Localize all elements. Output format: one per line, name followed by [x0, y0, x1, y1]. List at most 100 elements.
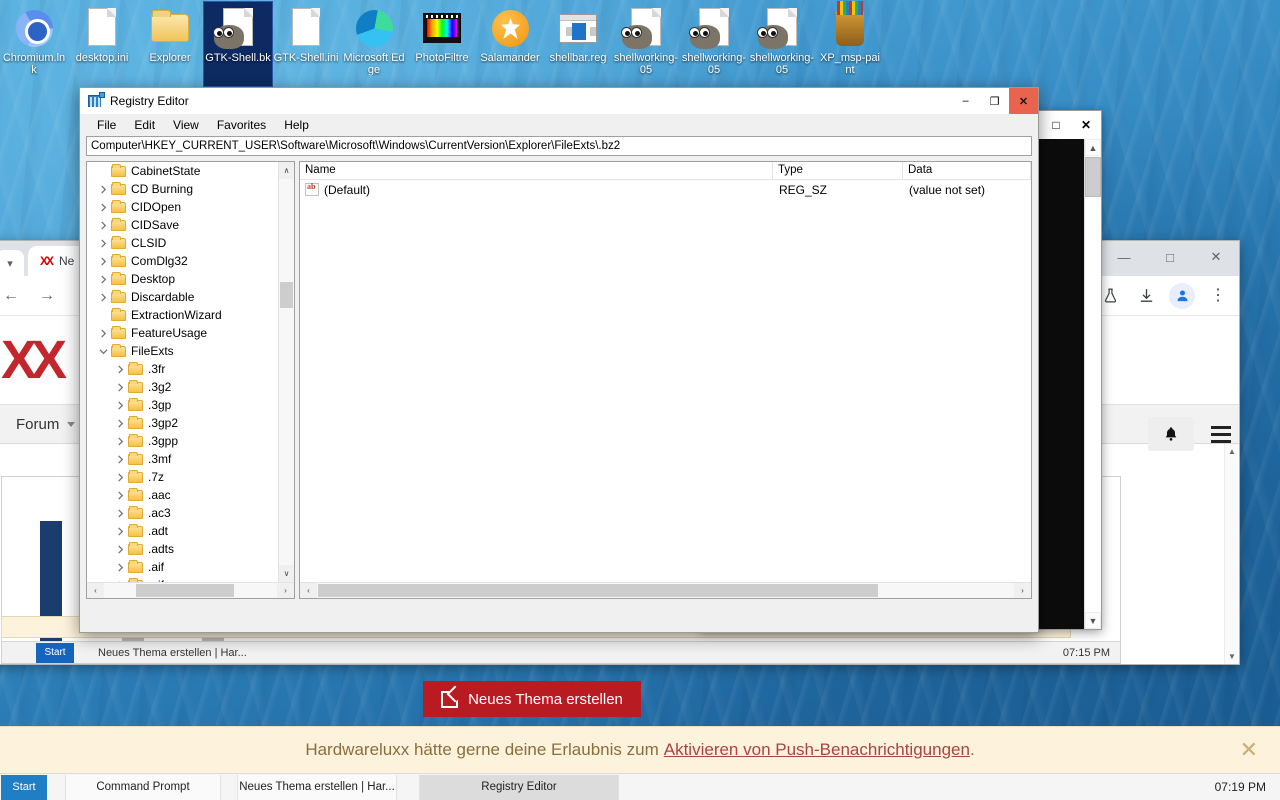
menu-item-edit[interactable]: Edit: [125, 115, 164, 135]
column-header-data[interactable]: Data: [903, 162, 1031, 179]
registry-value-row[interactable]: (Default) REG_SZ (value not set): [300, 180, 1031, 199]
chevron-right-icon[interactable]: [112, 454, 128, 464]
tree-item[interactable]: .7z: [87, 468, 278, 486]
chevron-right-icon[interactable]: [95, 274, 111, 284]
regedit-minimize-button[interactable]: –: [951, 88, 980, 114]
tree-item[interactable]: .3gpp: [87, 432, 278, 450]
tree-vertical-scrollbar[interactable]: ∧ ∨: [278, 162, 294, 582]
taskbar-clock[interactable]: 07:19 PM: [1215, 780, 1266, 794]
tree-item[interactable]: .3gp2: [87, 414, 278, 432]
registry-editor-window-controls[interactable]: – ❐ ✕: [951, 88, 1038, 114]
scroll-up-icon[interactable]: ∧: [279, 162, 294, 179]
tree-item[interactable]: Discardable: [87, 288, 278, 306]
regedit-maximize-button[interactable]: ❐: [980, 88, 1009, 114]
tree-item[interactable]: .3mf: [87, 450, 278, 468]
registry-tree-pane[interactable]: CabinetState CD Burning CIDOpen CIDSave CLSI…: [86, 161, 295, 599]
tree-item[interactable]: CLSID: [87, 234, 278, 252]
create-new-topic-button[interactable]: Neues Thema erstellen: [423, 681, 641, 717]
notifications-bell-icon[interactable]: [1147, 417, 1194, 451]
registry-values-header[interactable]: Name Type Data: [300, 162, 1031, 180]
tree-item[interactable]: .3fr: [87, 360, 278, 378]
scroll-right-icon[interactable]: ›: [277, 582, 294, 598]
browser-vertical-scrollbar[interactable]: ▲ ▼: [1224, 444, 1239, 664]
browser-maximize-button[interactable]: □: [1147, 241, 1193, 273]
tree-item[interactable]: .adt: [87, 522, 278, 540]
registry-editor-title-bar[interactable]: Registry Editor – ❐ ✕: [80, 88, 1038, 114]
scroll-down-icon[interactable]: ▼: [1225, 649, 1239, 664]
chevron-right-icon[interactable]: [112, 526, 128, 536]
registry-address-bar[interactable]: Computer\HKEY_CURRENT_USER\Software\Micr…: [86, 136, 1032, 156]
menu-item-help[interactable]: Help: [275, 115, 318, 135]
scroll-up-icon[interactable]: ▲: [1225, 444, 1239, 459]
browser-minimize-button[interactable]: —: [1101, 241, 1147, 273]
nav-item-forum[interactable]: Forum: [16, 416, 76, 433]
chevron-right-icon[interactable]: [112, 400, 128, 410]
menu-item-favorites[interactable]: Favorites: [208, 115, 275, 135]
column-header-type[interactable]: Type: [773, 162, 903, 179]
scroll-down-icon[interactable]: ▼: [1085, 612, 1101, 629]
forward-icon[interactable]: →: [32, 281, 62, 311]
tree-item[interactable]: ComDlg32: [87, 252, 278, 270]
registry-editor-menu-bar[interactable]: File Edit View Favorites Help: [80, 114, 1038, 136]
chevron-right-icon[interactable]: [112, 436, 128, 446]
back-icon[interactable]: ←: [0, 281, 26, 311]
command-prompt-scrollbar[interactable]: ▲ ▼: [1084, 139, 1101, 629]
more-menu-icon[interactable]: ⋮: [1205, 283, 1231, 309]
desktop-icon-shellworking-05-b[interactable]: shellworking-05: [680, 2, 748, 86]
chevron-right-icon[interactable]: [95, 220, 111, 230]
tree-item[interactable]: FeatureUsage: [87, 324, 278, 342]
scrollbar-thumb[interactable]: [1085, 157, 1101, 197]
profile-icon[interactable]: [1169, 282, 1195, 309]
scroll-left-icon[interactable]: ‹: [87, 582, 104, 598]
chevron-right-icon[interactable]: [95, 328, 111, 338]
tree-item[interactable]: .aac: [87, 486, 278, 504]
registry-editor-window[interactable]: Registry Editor – ❐ ✕ File Edit View Favori…: [79, 87, 1039, 633]
scrollbar-thumb[interactable]: [318, 584, 878, 597]
taskbar-button-registry-editor[interactable]: Registry Editor: [419, 774, 619, 800]
scroll-down-icon[interactable]: ∨: [279, 565, 294, 582]
desktop-icon-shellworking-05-a[interactable]: shellworking-05: [612, 2, 680, 86]
scroll-right-icon[interactable]: ›: [1014, 582, 1031, 598]
tree-item[interactable]: CD Burning: [87, 180, 278, 198]
tree-item[interactable]: Desktop: [87, 270, 278, 288]
taskbar-buttons[interactable]: Command Prompt Neues Thema erstellen | Ha…: [47, 774, 619, 800]
chevron-right-icon[interactable]: [95, 292, 111, 302]
desktop-icon-gtk-shell-bk[interactable]: GTK-Shell.bk: [203, 1, 273, 87]
cmd-maximize-button[interactable]: □: [1041, 111, 1071, 139]
scroll-left-icon[interactable]: ‹: [300, 582, 317, 598]
push-bar-link[interactable]: Aktivieren von Push-Benachrichtigungen: [664, 740, 970, 760]
tree-item[interactable]: CIDSave: [87, 216, 278, 234]
scroll-up-icon[interactable]: ▲: [1085, 139, 1101, 156]
tree-item[interactable]: ExtractionWizard: [87, 306, 278, 324]
values-horizontal-scrollbar[interactable]: ‹ ›: [300, 582, 1031, 598]
tree-horizontal-scrollbar[interactable]: ‹ ›: [87, 582, 294, 598]
browser-window-controls[interactable]: — □ ✕: [1101, 241, 1239, 273]
taskbar[interactable]: Start Command Prompt Neues Thema erstelle…: [0, 773, 1280, 800]
start-button[interactable]: Start: [1, 774, 47, 800]
regedit-close-button[interactable]: ✕: [1009, 88, 1038, 114]
tree-item[interactable]: .ac3: [87, 504, 278, 522]
browser-close-button[interactable]: ✕: [1193, 241, 1239, 273]
tree-item[interactable]: .aif: [87, 558, 278, 576]
push-bar-close-icon[interactable]: ✕: [1240, 737, 1258, 763]
desktop-icon-salamander[interactable]: Salamander: [476, 2, 544, 86]
cmd-close-button[interactable]: ✕: [1071, 111, 1101, 139]
chevron-right-icon[interactable]: [112, 418, 128, 428]
desktop-icon-gtk-shell-ini[interactable]: GTK-Shell.ini: [272, 2, 340, 86]
hardwareluxx-logo[interactable]: XX: [1, 329, 67, 391]
chevron-right-icon[interactable]: [95, 238, 111, 248]
browser-tab[interactable]: XX Ne: [28, 246, 87, 276]
downloads-icon[interactable]: [1133, 283, 1159, 309]
desktop-icon-microsoft-edge[interactable]: Microsoft Edge: [340, 2, 408, 86]
scrollbar-thumb[interactable]: [136, 584, 234, 597]
tree-item[interactable]: .3g2: [87, 378, 278, 396]
chevron-right-icon[interactable]: [95, 184, 111, 194]
tree-item[interactable]: .3gp: [87, 396, 278, 414]
hamburger-menu-icon[interactable]: [1210, 425, 1231, 443]
taskbar-button-browser[interactable]: Neues Thema erstellen | Har...: [237, 774, 397, 800]
chevron-right-icon[interactable]: [112, 364, 128, 374]
registry-tree-rows[interactable]: CabinetState CD Burning CIDOpen CIDSave CLSI…: [87, 162, 278, 582]
menu-item-file[interactable]: File: [88, 115, 125, 135]
menu-item-view[interactable]: View: [164, 115, 208, 135]
desktop-icon-photofiltre[interactable]: PhotoFiltre: [408, 2, 476, 86]
